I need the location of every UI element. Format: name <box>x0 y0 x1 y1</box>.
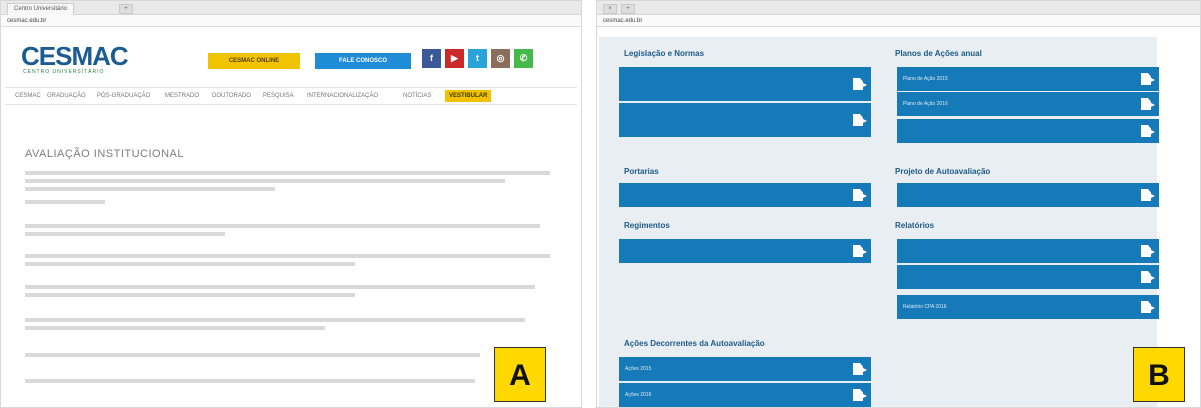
menu-item-mestrado[interactable]: MESTRADO <box>165 93 199 99</box>
menu-item-pos-graduacao[interactable]: PÓS-GRADUAÇÃO <box>97 93 150 99</box>
twitter-icon[interactable]: t <box>468 49 487 68</box>
text-line <box>25 179 505 183</box>
regimento-item[interactable] <box>619 239 871 263</box>
text-line <box>25 224 540 228</box>
new-tab-button[interactable]: + <box>119 4 133 14</box>
url-text: cesmac.edu.br <box>603 18 643 24</box>
arrow-icon <box>1149 193 1155 199</box>
menu-item-vestibular[interactable]: VESTIBULAR <box>445 90 492 102</box>
cesmac-online-button[interactable]: CESMAC ONLINE <box>208 53 300 69</box>
text-line <box>25 285 535 289</box>
content-area: Legislação e Normas Planos de Ações anua… <box>599 37 1159 407</box>
section-title-planos: Planos de Ações anual <box>895 49 982 58</box>
section-title-legislacao: Legislação e Normas <box>624 49 705 58</box>
relatorio-item[interactable]: Relatório CPA 2016 <box>897 295 1159 319</box>
arrow-icon <box>861 118 867 124</box>
text-line <box>25 353 480 357</box>
section-title-acoes: Ações Decorrentes da Autoavaliação <box>624 339 765 348</box>
menu-item-noticias[interactable]: NOTÍCIAS <box>403 93 431 99</box>
text-line <box>25 262 355 266</box>
arrow-icon <box>861 393 867 399</box>
arrow-icon <box>1149 305 1155 311</box>
plano-item[interactable]: Plano de Ação 2016 <box>897 92 1159 116</box>
arrow-icon <box>1149 77 1155 83</box>
text-line <box>25 318 525 322</box>
menu-item-pesquisa[interactable]: PESQUISA <box>263 93 294 99</box>
cesmac-logo[interactable]: CESMAC <box>21 41 129 72</box>
browser-tab-bar: × + <box>597 1 1200 15</box>
arrow-icon <box>1149 129 1155 135</box>
browser-tab[interactable]: Centro Universitário <box>7 3 75 15</box>
whatsapp-icon[interactable]: ✆ <box>514 49 533 68</box>
arrow-icon <box>861 193 867 199</box>
main-menu: CESMAC GRADUAÇÃO PÓS-GRADUAÇÃO MESTRADO … <box>5 87 577 105</box>
address-bar[interactable]: cesmac.edu.br <box>1 15 581 27</box>
portaria-item[interactable] <box>619 183 871 207</box>
text-line <box>25 326 325 330</box>
panel-label-b: B <box>1133 347 1185 402</box>
browser-tab-bar: Centro Universitário + <box>1 1 581 15</box>
screenshot-a: Centro Universitário + cesmac.edu.br CES… <box>0 0 582 408</box>
text-line <box>25 187 275 191</box>
legislacao-item[interactable] <box>619 103 871 137</box>
section-title-projeto: Projeto de Autoavaliação <box>895 167 991 176</box>
site-header: CESMAC CENTRO UNIVERSITÁRIO CESMAC ONLIN… <box>1 27 581 87</box>
text-line <box>25 293 355 297</box>
arrow-icon <box>1149 275 1155 281</box>
plano-item[interactable]: Plano de Ação 2015 <box>897 67 1159 91</box>
menu-item-graduacao[interactable]: GRADUAÇÃO <box>47 93 86 99</box>
text-line <box>25 171 550 175</box>
logo-subtitle: CENTRO UNIVERSITÁRIO <box>23 69 105 75</box>
text-line <box>25 200 105 204</box>
arrow-icon <box>861 249 867 255</box>
legislacao-item[interactable] <box>619 67 871 101</box>
youtube-icon[interactable]: ▶ <box>445 49 464 68</box>
instagram-icon[interactable]: ◎ <box>491 49 510 68</box>
relatorio-item[interactable] <box>897 265 1159 289</box>
menu-item-cesmac[interactable]: CESMAC <box>15 93 41 99</box>
close-tab-button[interactable]: × <box>603 4 617 14</box>
arrow-icon <box>861 82 867 88</box>
projeto-item[interactable] <box>897 183 1159 207</box>
section-title-regimentos: Regimentos <box>624 221 670 230</box>
url-text: cesmac.edu.br <box>7 18 47 24</box>
menu-item-internacionalizacao[interactable]: INTERNACIONALIZAÇÃO <box>307 93 378 99</box>
section-title-portarias: Portarias <box>624 167 659 176</box>
relatorio-item[interactable] <box>897 239 1159 263</box>
arrow-icon <box>1149 102 1155 108</box>
acoes-item[interactable]: Ações 2015 <box>619 357 871 381</box>
text-line <box>25 232 225 236</box>
text-line <box>25 379 475 383</box>
page-title: AVALIAÇÃO INSTITUCIONAL <box>25 148 185 160</box>
menu-item-doutorado[interactable]: DOUTORADO <box>212 93 251 99</box>
section-title-relatorios: Relatórios <box>895 221 935 230</box>
panel-label-a: A <box>494 347 546 402</box>
text-line <box>25 254 550 258</box>
new-tab-button[interactable]: + <box>621 4 635 14</box>
facebook-icon[interactable]: f <box>422 49 441 68</box>
screenshot-b: × + cesmac.edu.br Legislação e Normas Pl… <box>596 0 1201 408</box>
plano-item[interactable] <box>897 119 1159 143</box>
fale-conosco-button[interactable]: FALE CONOSCO <box>315 53 411 69</box>
arrow-icon <box>1149 249 1155 255</box>
acoes-item[interactable]: Ações 2016 <box>619 383 871 407</box>
address-bar[interactable]: cesmac.edu.br <box>597 15 1200 27</box>
arrow-icon <box>861 367 867 373</box>
